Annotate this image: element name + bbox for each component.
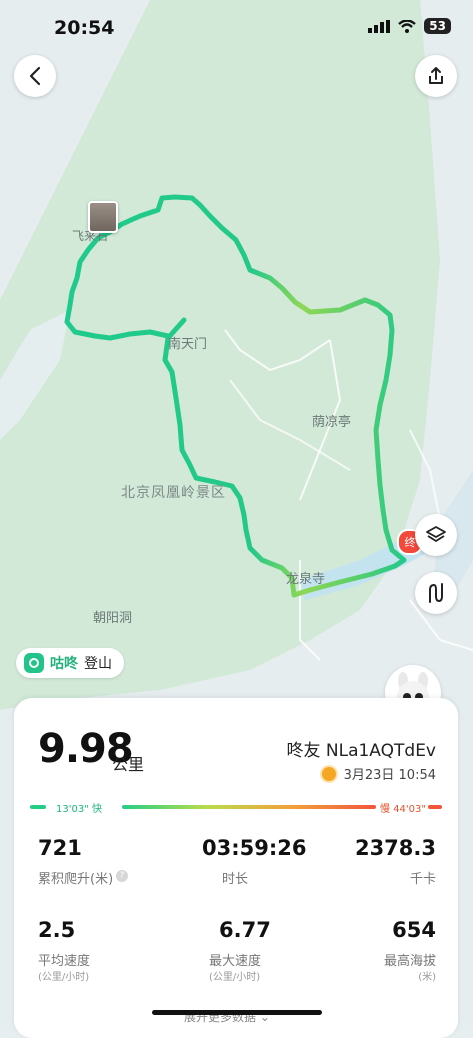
pace-gradient-bar (122, 805, 376, 809)
back-button[interactable] (14, 55, 56, 97)
stat-label-ascent: 累积爬升(米) (38, 872, 114, 887)
distance-unit: 公里 (112, 755, 145, 774)
pace-fast-swatch (30, 805, 46, 809)
stat-sub-max-speed: (公里/小时) (209, 972, 261, 983)
stat-sub-max-altitude: (米) (418, 972, 436, 983)
stat-value-ascent: 721 (38, 836, 82, 860)
sunny-weather-icon (321, 766, 336, 781)
map-label-chaoyangdong: 朝阳洞 (93, 611, 133, 626)
stat-value-duration: 03:59:26 (202, 836, 307, 860)
chevron-left-icon (29, 66, 41, 86)
brand-chip: 咕咚 登山 (16, 648, 124, 678)
stat-label-max-speed: 最大速度 (209, 954, 262, 969)
share-icon (429, 67, 443, 84)
stat-label-avg-speed: 平均速度 (38, 954, 91, 969)
map-label-longquansi: 龙泉寺 (286, 572, 326, 587)
stat-sub-avg-speed: (公里/小时) (38, 972, 90, 983)
stat-label-calories: 千卡 (409, 872, 436, 887)
status-bar: 20:54 53 (0, 0, 473, 50)
home-indicator[interactable] (152, 1010, 322, 1015)
stat-value-max-altitude: 654 (392, 918, 436, 942)
activity-type: 登山 (84, 656, 112, 672)
pace-slow-label: 慢 44'03" (380, 804, 426, 815)
stat-label-duration: 时长 (222, 872, 249, 887)
elevation-chart-button[interactable] (415, 572, 457, 614)
activity-datetime: 3月23日 10:54 (321, 764, 436, 783)
summary-card: 9.98 公里 咚友 NLa1AQTdEv 3月23日 10:54 13'03"… (14, 698, 458, 1038)
username: 咚友 NLa1AQTdEv (286, 741, 436, 761)
wifi-icon (398, 19, 417, 33)
codoon-logo-icon (24, 653, 44, 673)
status-time: 20:54 (54, 17, 115, 39)
help-icon[interactable]: ? (116, 870, 128, 882)
pace-fast-label: 13'03" 快 (56, 804, 102, 815)
brand-name: 咕咚 (50, 656, 78, 672)
stat-value-max-speed: 6.77 (219, 918, 271, 942)
activity-date: 3月23日 10:54 (343, 768, 436, 783)
map-label-yinliangting: 荫凉亭 (312, 415, 352, 430)
share-button[interactable] (415, 55, 457, 97)
pace-slow-swatch (428, 805, 442, 809)
map-label-scenic-area: 北京凤凰岭景区 (121, 485, 226, 501)
pace-legend: 13'03" 快 慢 44'03" (30, 800, 442, 815)
layers-icon (426, 526, 446, 542)
battery-indicator: 53 (424, 18, 451, 34)
map-label-nantianmen: 南天门 (168, 337, 208, 352)
start-avatar-pin[interactable] (88, 201, 118, 233)
signal-icon (368, 19, 391, 33)
stat-label-max-altitude: 最高海拔 (383, 954, 436, 969)
elevation-icon (429, 583, 443, 603)
stat-value-avg-speed: 2.5 (38, 918, 76, 942)
map-layers-button[interactable] (415, 514, 457, 556)
stat-value-calories: 2378.3 (354, 836, 436, 860)
